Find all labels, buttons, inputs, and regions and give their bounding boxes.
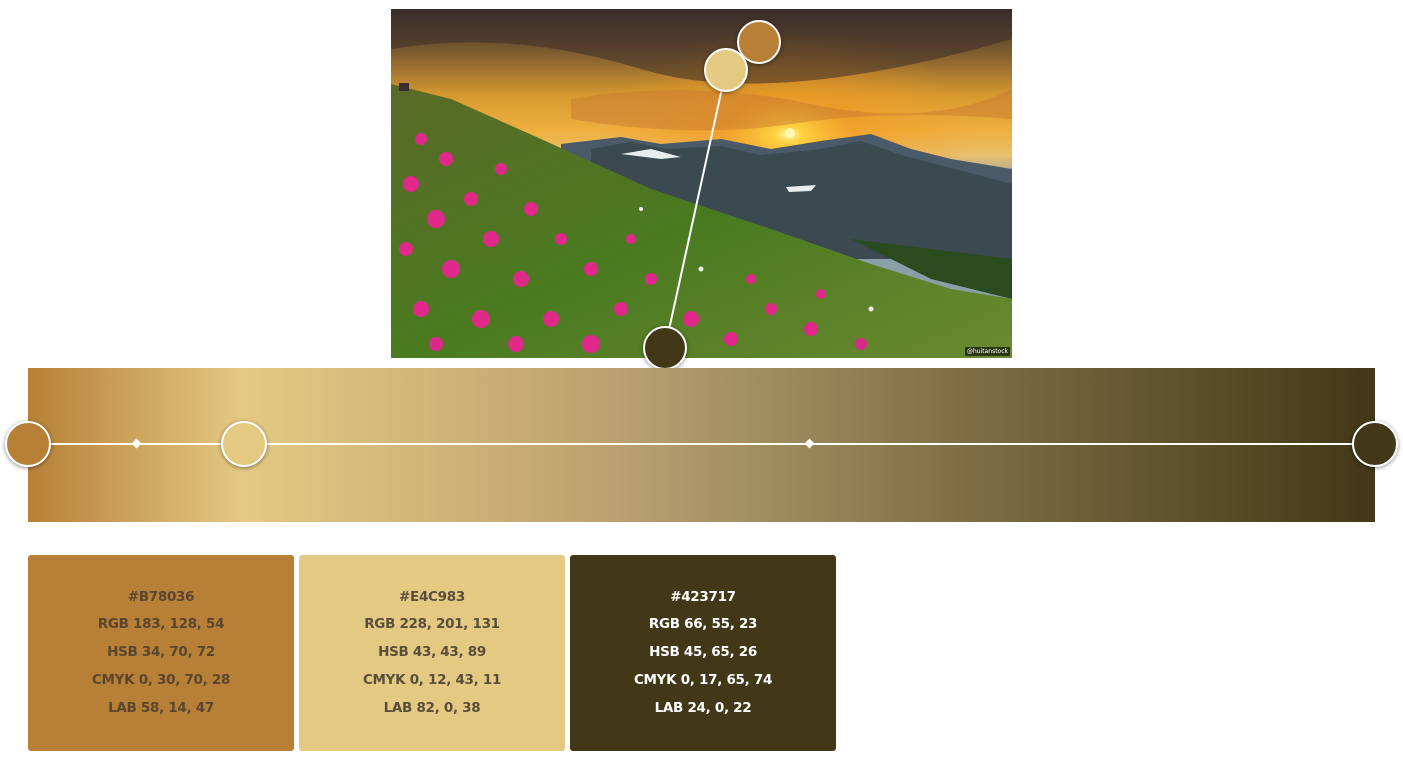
swatch-hex: #B78036 [127,588,195,605]
color-swatches: #B78036 RGB 183, 128, 54 HSB 34, 70, 72 … [28,555,836,751]
gradient-stop-1[interactable] [5,421,51,467]
swatch-3[interactable]: #423717 RGB 66, 55, 23 HSB 45, 65, 26 CM… [570,555,836,751]
swatch-hsb: HSB 34, 70, 72 [107,644,215,661]
swatch-cmyk: CMYK 0, 12, 43, 11 [362,671,502,688]
swatch-hex: #423717 [670,588,736,605]
picker-handle-2[interactable] [704,48,748,92]
swatch-1[interactable]: #B78036 RGB 183, 128, 54 HSB 34, 70, 72 … [28,555,294,751]
swatch-lab: LAB 24, 0, 22 [654,699,752,716]
swatch-rgb: RGB 183, 128, 54 [97,616,225,633]
gradient-stop-3[interactable] [1352,421,1398,467]
swatch-rgb: RGB 66, 55, 23 [648,616,758,633]
swatch-cmyk: CMYK 0, 30, 70, 28 [91,671,231,688]
swatch-cmyk: CMYK 0, 17, 65, 74 [633,671,773,688]
swatch-hex: #E4C983 [399,588,465,605]
swatch-hsb: HSB 43, 43, 89 [378,644,486,661]
swatch-rgb: RGB 228, 201, 131 [364,616,500,633]
swatch-lab: LAB 82, 0, 38 [383,699,481,716]
gradient-stop-2[interactable] [221,421,267,467]
swatch-2[interactable]: #E4C983 RGB 228, 201, 131 HSB 43, 43, 89… [299,555,565,751]
swatch-hsb: HSB 45, 65, 26 [649,644,757,661]
picker-handle-3[interactable] [643,326,687,370]
swatch-lab: LAB 58, 14, 47 [108,699,214,716]
